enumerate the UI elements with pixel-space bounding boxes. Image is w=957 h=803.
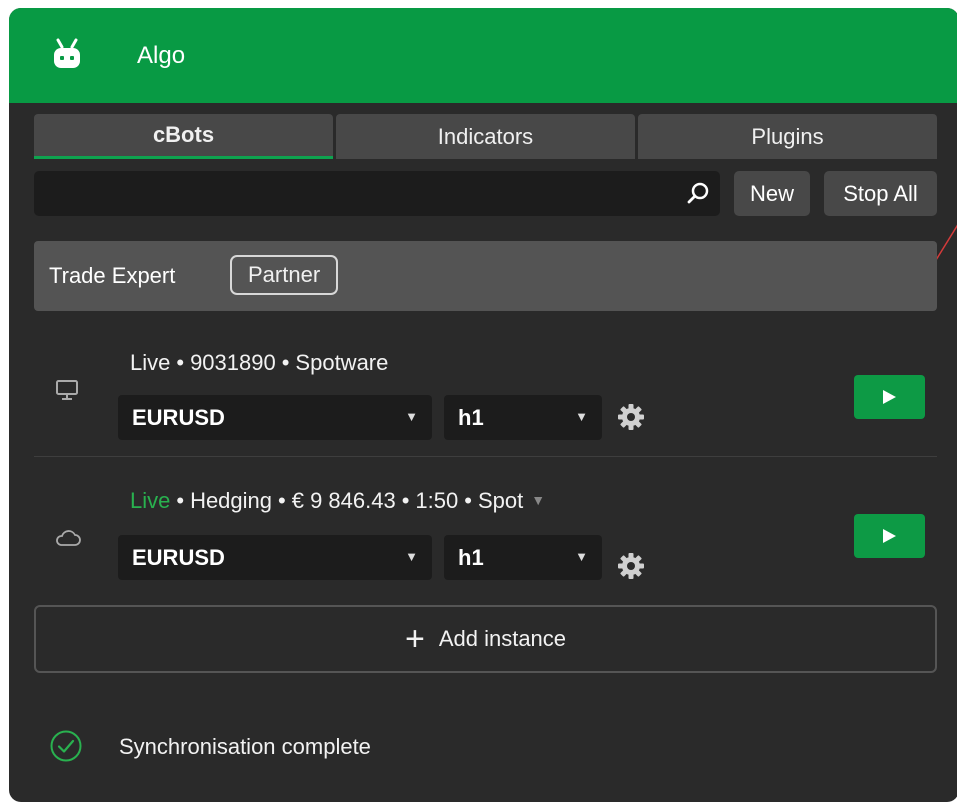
robot-icon (54, 38, 80, 68)
chevron-down-icon: ▼ (405, 549, 418, 564)
instance-account-info[interactable]: Live • Hedging • € 9 846.43 • 1:50 • Spot ▼ (130, 488, 545, 514)
chevron-down-icon[interactable]: ▼ (531, 492, 545, 508)
algo-panel: Algo cBots Indicators Plugins New Stop A… (9, 8, 957, 802)
timeframe-select[interactable]: h1 ▼ (444, 535, 602, 580)
instance-broker: Spotware (295, 350, 389, 375)
connector-line (935, 224, 957, 260)
instance-row: Live • Hedging • € 9 846.43 • 1:50 • Spot ▼ EURUS… (34, 470, 937, 600)
start-button[interactable] (854, 514, 925, 558)
symbol-value: EURUSD (132, 544, 225, 570)
instance-account-info: Live • 9031890 • Spotware (130, 350, 389, 375)
play-icon (883, 529, 896, 543)
plus-icon: + (404, 620, 425, 658)
add-instance-button[interactable]: + Add instance (34, 605, 937, 673)
tab-bar: cBots Indicators Plugins (34, 114, 937, 159)
instance-mode: Hedging (190, 488, 273, 513)
chevron-down-icon: ▼ (405, 409, 418, 424)
tab-cbots[interactable]: cBots (34, 114, 333, 159)
search-input[interactable] (34, 171, 720, 216)
cbot-name: Trade Expert (49, 263, 176, 288)
tab-plugins[interactable]: Plugins (638, 114, 937, 159)
stop-all-button[interactable]: Stop All (824, 171, 937, 216)
timeframe-value: h1 (458, 404, 484, 430)
play-icon (883, 390, 896, 404)
monitor-icon (56, 380, 78, 400)
add-instance-label: Add instance (438, 626, 567, 651)
partner-badge: Partner (230, 255, 339, 295)
check-circle-icon (50, 730, 82, 762)
instance-balance: € 9 846.43 (291, 488, 396, 513)
sync-status-label: Synchronisation complete (119, 734, 371, 759)
cloud-icon (56, 530, 81, 546)
instance-status: Live (130, 488, 171, 513)
panel-header: Algo (9, 8, 957, 103)
symbol-select[interactable]: EURUSD ▼ (118, 395, 432, 440)
instance-account: 9031890 (190, 350, 276, 375)
tab-indicators[interactable]: Indicators (336, 114, 635, 159)
timeframe-select[interactable]: h1 ▼ (444, 395, 602, 440)
chevron-down-icon: ▼ (575, 549, 588, 564)
instance-leverage: 1:50 (415, 488, 459, 513)
gear-icon[interactable] (616, 551, 646, 581)
new-button[interactable]: New (734, 171, 810, 216)
instance-broker: Spot (477, 488, 524, 513)
panel-title: Algo (137, 42, 186, 69)
start-button[interactable] (854, 375, 925, 419)
search-icon[interactable] (686, 181, 710, 205)
gear-icon[interactable] (616, 402, 646, 432)
symbol-value: EURUSD (132, 404, 225, 430)
chevron-down-icon: ▼ (575, 409, 588, 424)
symbol-select[interactable]: EURUSD ▼ (118, 535, 432, 580)
timeframe-value: h1 (458, 544, 484, 570)
instance-row: Live • 9031890 • Spotware EURUSD ▼ h1 ▼ (34, 328, 937, 457)
cbot-group-header[interactable]: Trade Expert Partner (34, 241, 937, 311)
instance-status: Live (130, 350, 171, 375)
